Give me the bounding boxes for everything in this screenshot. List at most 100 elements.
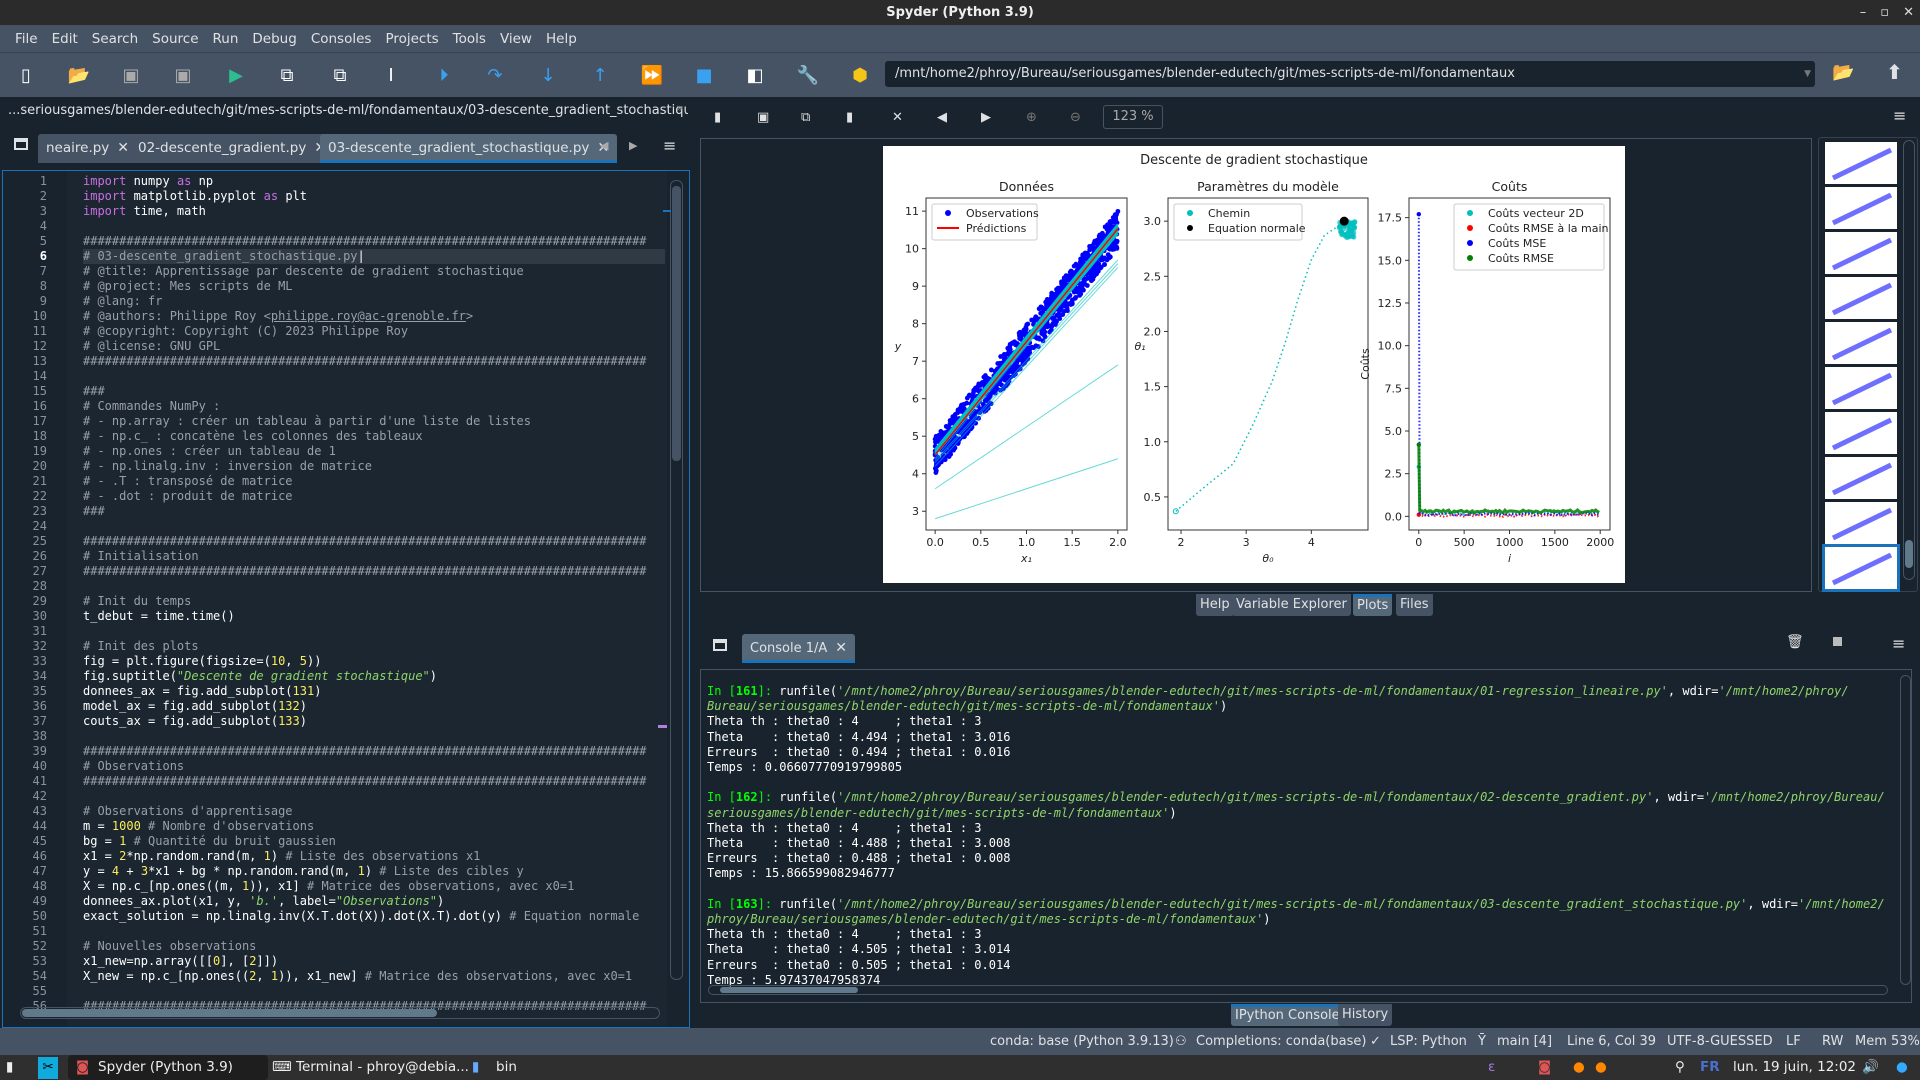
chevron-down-icon[interactable]: ▼: [1804, 61, 1811, 87]
console-hscroll-thumb[interactable]: [720, 987, 858, 993]
next-plot-icon[interactable]: ▶: [981, 110, 991, 125]
menu-edit[interactable]: Edit: [45, 31, 85, 47]
continue-icon[interactable]: ⏩: [640, 63, 664, 87]
taskbar-folder[interactable]: bin: [496, 1055, 517, 1080]
editor-scroll-thumb[interactable]: [672, 186, 681, 461]
plot-thumbnail[interactable]: [1825, 502, 1897, 544]
close-tab-icon[interactable]: ✕: [835, 640, 847, 656]
plot-thumbnail[interactable]: [1822, 544, 1900, 592]
console-vertical-scrollbar[interactable]: [1900, 675, 1911, 985]
save-all-icon[interactable]: ▣: [171, 63, 195, 87]
chevron-right-icon[interactable]: »: [676, 101, 683, 115]
browse-folder-icon[interactable]: 📂: [1832, 62, 1854, 83]
copy-plot-icon[interactable]: ⧉: [801, 110, 810, 125]
menu-view[interactable]: View: [493, 31, 539, 47]
editor-options-icon[interactable]: ≡: [663, 136, 676, 155]
emacs-icon[interactable]: ε: [1488, 1055, 1495, 1080]
editor-hscroll-thumb[interactable]: [22, 1009, 437, 1017]
network-icon[interactable]: ⚲: [1675, 1055, 1685, 1080]
menu-file[interactable]: File: [8, 31, 45, 47]
bottom-tab-ipython-console[interactable]: IPython Console: [1231, 1004, 1344, 1026]
debug-icon[interactable]: ⏵: [432, 63, 456, 87]
new-file-icon[interactable]: ▯: [14, 63, 38, 87]
code-editor[interactable]: 1 import numpy as np 2 import matplotlib.py…: [2, 170, 690, 1028]
run-selection-icon[interactable]: I: [379, 63, 403, 87]
save-plot-icon[interactable]: ▮: [714, 110, 721, 125]
menu-consoles[interactable]: Consoles: [304, 31, 379, 47]
console-tab[interactable]: Console 1/A ✕: [742, 634, 856, 663]
plots-options-icon[interactable]: ≡: [1893, 106, 1906, 125]
trash-icon[interactable]: 🗑: [1786, 634, 1804, 650]
firefox-icon[interactable]: ●: [1573, 1055, 1585, 1080]
stop-icon[interactable]: [1833, 637, 1842, 646]
pane-tab-help[interactable]: Help: [1196, 594, 1234, 616]
run-cell-icon[interactable]: ⧉: [275, 63, 299, 87]
open-file-icon[interactable]: 📂: [67, 63, 91, 87]
spyder-tray-icon[interactable]: ◙: [1538, 1055, 1551, 1080]
pane-tab-variable-explorer[interactable]: Variable Explorer: [1232, 594, 1351, 616]
plot-thumbnail[interactable]: [1825, 142, 1897, 184]
menu-search[interactable]: Search: [85, 31, 145, 47]
pane-tab-files[interactable]: Files: [1396, 594, 1433, 616]
plot-thumbnail[interactable]: [1825, 187, 1897, 229]
console-horizontal-scrollbar[interactable]: [708, 985, 1888, 995]
thumbnails-scroll-thumb[interactable]: [1905, 540, 1913, 568]
plot-thumbnail[interactable]: [1825, 412, 1897, 454]
taskbar-spyder[interactable]: Spyder (Python 3.9): [68, 1055, 268, 1080]
parent-dir-icon[interactable]: ⬆: [1886, 60, 1903, 84]
close-icon[interactable]: ✕: [1903, 5, 1914, 20]
save-icon[interactable]: ▣: [119, 63, 143, 87]
clock[interactable]: lun. 19 juin, 12:02: [1733, 1055, 1856, 1080]
step-into-icon[interactable]: ↓: [536, 63, 560, 87]
plot-thumbnail[interactable]: [1825, 457, 1897, 499]
menu-run[interactable]: Run: [206, 31, 246, 47]
stop-icon[interactable]: ■: [692, 63, 716, 87]
menu-projects[interactable]: Projects: [378, 31, 445, 47]
close-tab-icon[interactable]: ✕: [117, 140, 129, 156]
bluetooth-icon[interactable]: ●: [1896, 1055, 1908, 1080]
preferences-icon[interactable]: 🔧: [796, 63, 820, 87]
browse-consoles-icon[interactable]: [713, 639, 727, 651]
tab-prev-icon[interactable]: ◀: [600, 139, 608, 152]
plot-thumbnail[interactable]: [1825, 232, 1897, 274]
save-all-plots-icon[interactable]: ▣: [757, 110, 769, 125]
menu-debug[interactable]: Debug: [245, 31, 303, 47]
files-icon[interactable]: ▮: [6, 1055, 13, 1080]
taskbar-terminal[interactable]: Terminal - phroy@debia...: [296, 1055, 469, 1080]
keyboard-layout[interactable]: FR: [1700, 1055, 1720, 1080]
python-path-manager-icon[interactable]: ⬢: [848, 63, 872, 87]
remove-plot-icon[interactable]: ▮: [846, 110, 853, 125]
browse-tabs-icon[interactable]: [14, 138, 28, 150]
minimize-icon[interactable]: –: [1860, 5, 1867, 20]
volume-icon[interactable]: 🔊: [1862, 1055, 1879, 1080]
plot-thumbnail[interactable]: [1825, 322, 1897, 364]
firefox-icon-2[interactable]: ●: [1595, 1055, 1607, 1080]
tab-next-icon[interactable]: ▶: [629, 139, 637, 152]
bottom-tab-history[interactable]: History: [1338, 1004, 1393, 1026]
plot-thumbnail[interactable]: [1825, 367, 1897, 409]
plot-thumbnail[interactable]: [1825, 277, 1897, 319]
thumbnails-scrollbar[interactable]: [1903, 140, 1915, 580]
run-cell-advance-icon[interactable]: ⧉: [328, 63, 352, 87]
working-directory-combo[interactable]: /mnt/home2/phroy/Bureau/seriousgames/ble…: [885, 61, 1815, 87]
menu-help[interactable]: Help: [539, 31, 584, 47]
editor-tab[interactable]: neaire.py ✕: [38, 134, 138, 163]
ipython-console[interactable]: In [161]: runfile('/mnt/home2/phroy/Bure…: [700, 669, 1912, 1003]
zoom-out-icon[interactable]: ⊖: [1070, 110, 1081, 125]
previous-plot-icon[interactable]: ◀: [937, 110, 947, 125]
menu-source[interactable]: Source: [145, 31, 205, 47]
zoom-in-icon[interactable]: ⊕: [1026, 110, 1037, 125]
step-icon[interactable]: ↷: [483, 63, 507, 87]
run-icon[interactable]: ▶: [224, 63, 248, 87]
pane-tab-plots[interactable]: Plots: [1353, 594, 1393, 616]
screenshot-tool-icon[interactable]: ✂: [38, 1057, 58, 1079]
menu-tools[interactable]: Tools: [446, 31, 493, 47]
step-out-icon[interactable]: ↑: [588, 63, 612, 87]
editor-tab-active[interactable]: 03-descente_gradient_stochastique.py ✕: [320, 134, 618, 163]
maximize-pane-icon[interactable]: ◧: [743, 63, 767, 87]
zoom-level[interactable]: 123 %: [1103, 105, 1163, 129]
console-options-icon[interactable]: ≡: [1892, 634, 1905, 653]
editor-tab[interactable]: 02-descente_gradient.py✕: [130, 134, 335, 163]
maximize-icon[interactable]: ▫: [1880, 5, 1889, 20]
remove-all-plots-icon[interactable]: ✕: [892, 110, 903, 125]
